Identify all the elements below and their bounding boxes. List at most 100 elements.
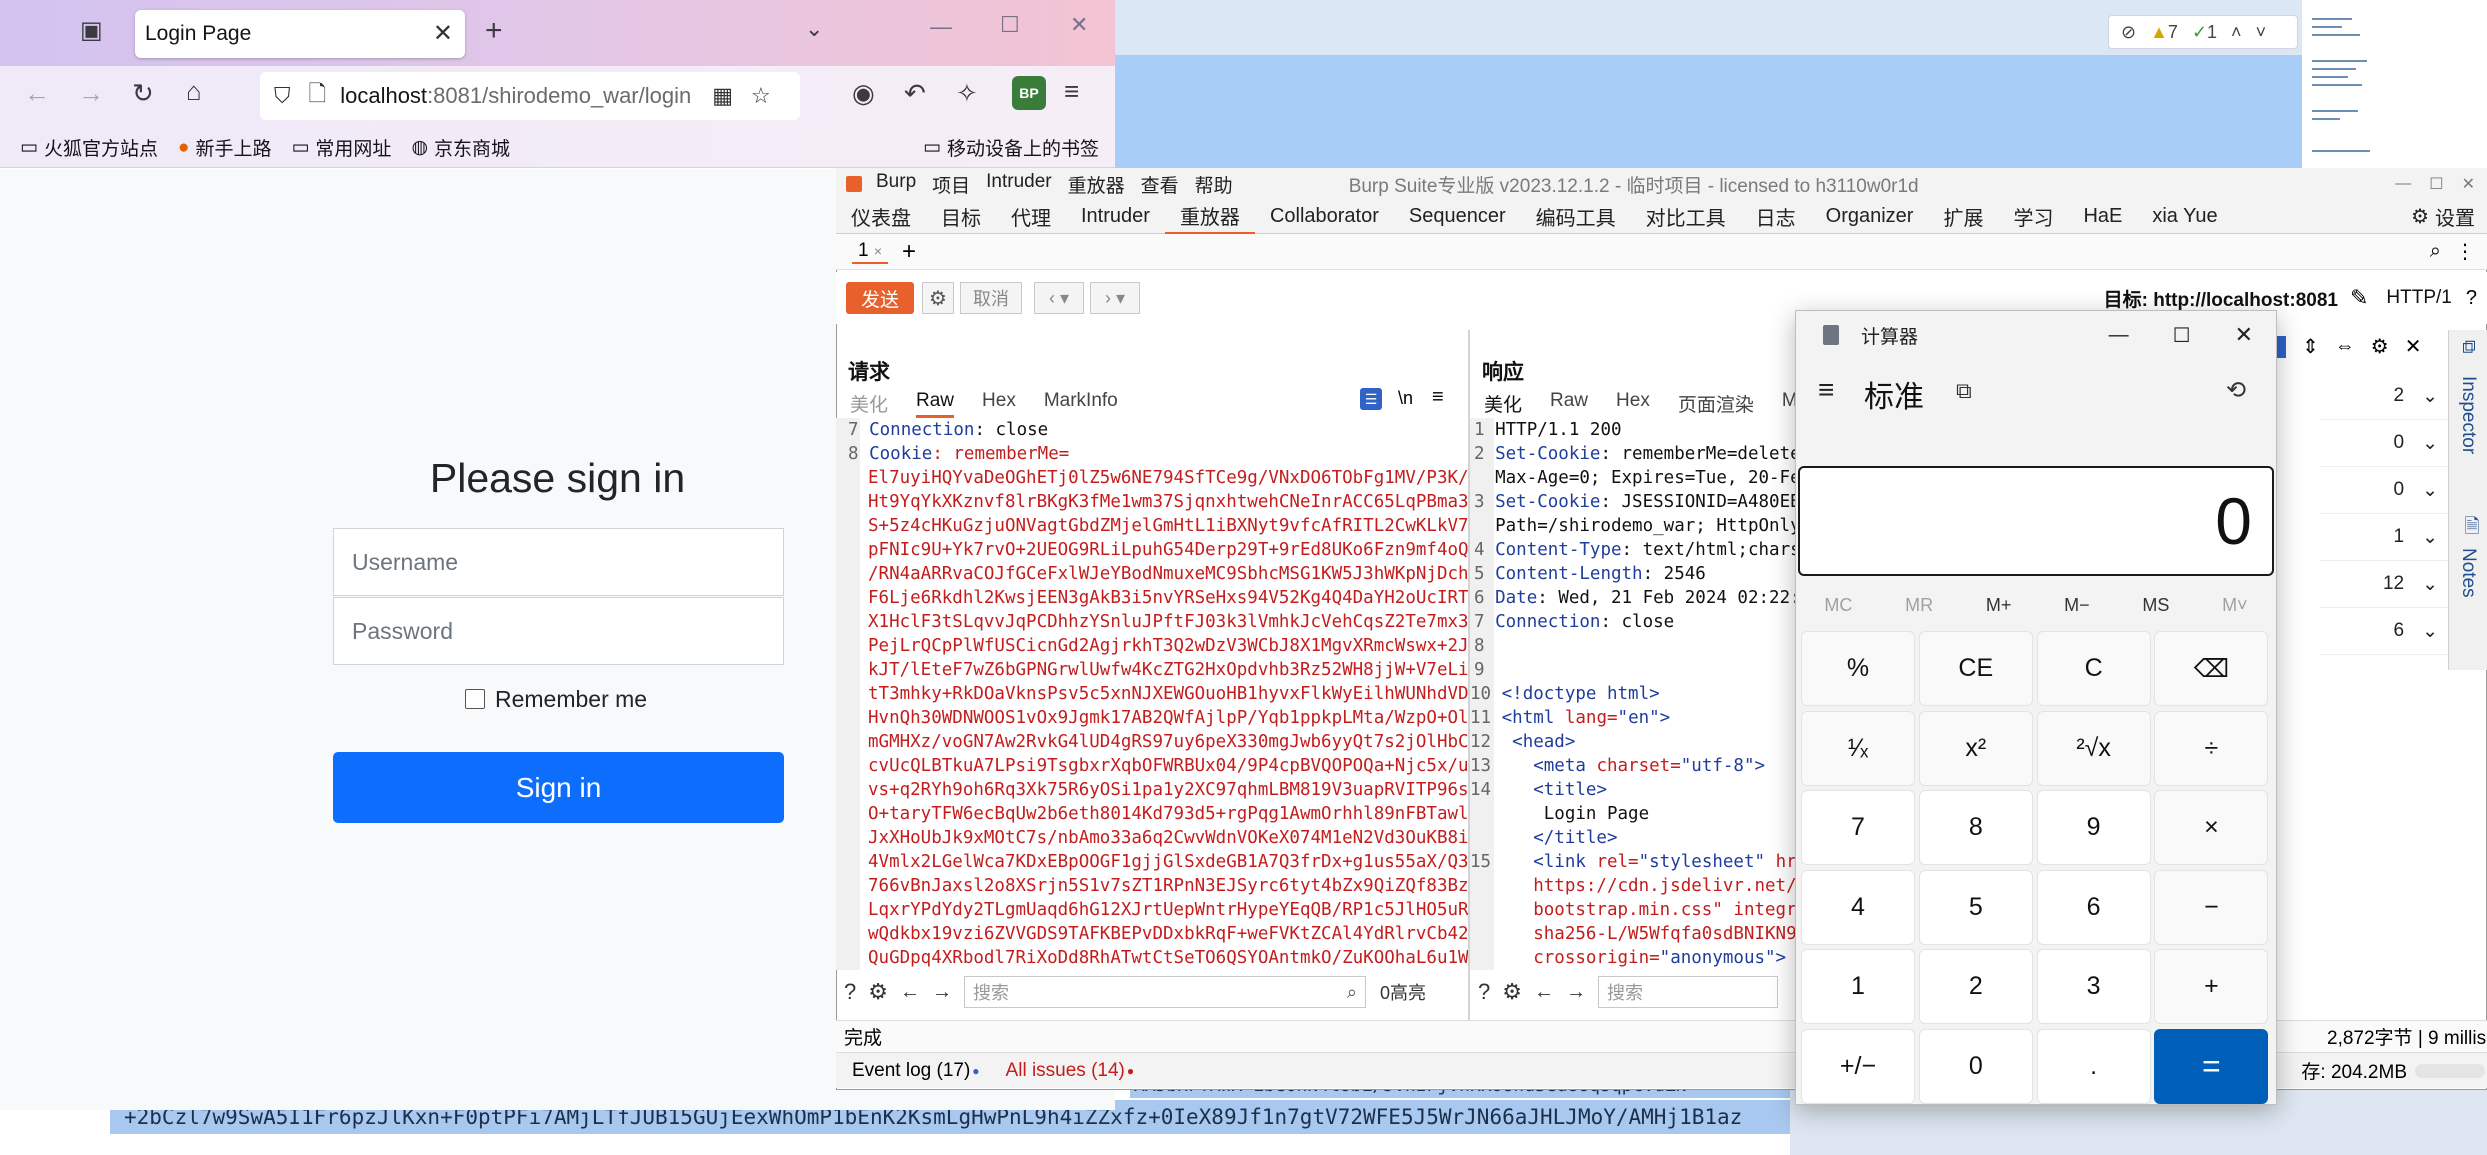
settings-gear-icon[interactable]: ⚙ xyxy=(2411,204,2429,229)
url-bar[interactable]: ⛉ 🗋 localhost:8081/shirodemo_war/login ▦… xyxy=(260,72,800,120)
key-square-root-button[interactable]: ²√x xyxy=(2036,710,2151,786)
prev-match-icon[interactable]: ← xyxy=(900,981,920,1004)
history-forward-icon[interactable]: › ▾ xyxy=(1090,282,1140,314)
response-search-input[interactable]: 搜索 xyxy=(1597,976,1778,1008)
key-five-button[interactable]: 5 xyxy=(1918,869,2033,945)
key-six-button[interactable]: 6 xyxy=(2036,869,2151,945)
minimize-icon[interactable]: — xyxy=(930,14,952,40)
repeater-tab-1[interactable]: 1 × xyxy=(852,240,889,264)
tab-proxy[interactable]: 代理 xyxy=(996,200,1066,234)
close-window-icon[interactable]: ✕ xyxy=(1070,12,1088,38)
chevron-up-icon[interactable]: ˄ xyxy=(2231,22,2242,43)
cancel-button[interactable]: 取消 xyxy=(960,282,1022,314)
key-reciprocal-button[interactable]: ¹⁄ₓ xyxy=(1801,710,1915,786)
next-match-icon[interactable]: → xyxy=(1566,981,1586,1004)
new-tab-icon[interactable]: + xyxy=(485,14,503,48)
request-tab-markinfo[interactable]: MarkInfo xyxy=(1044,390,1118,418)
forward-icon[interactable]: → xyxy=(78,78,104,109)
chevron-down-icon[interactable]: ˅ xyxy=(2256,22,2267,43)
search-icon[interactable]: ⌕ xyxy=(2430,240,2441,263)
page-icon[interactable]: 🗋 xyxy=(309,77,327,115)
inspector-row[interactable]: 0 ⌄ xyxy=(2320,467,2448,514)
key-zero-button[interactable]: 0 xyxy=(1918,1028,2033,1104)
key-divide-button[interactable]: ÷ xyxy=(2154,710,2269,786)
tab-sequencer[interactable]: Sequencer xyxy=(1394,200,1521,234)
key-one-button[interactable]: 1 xyxy=(1801,949,1915,1024)
edit-target-pencil-icon[interactable]: ✎ xyxy=(2350,285,2368,311)
inspector-gear-icon[interactable]: ⚙ xyxy=(2371,334,2389,359)
username-input[interactable]: Username xyxy=(333,528,784,596)
tab-hae[interactable]: HaE xyxy=(2068,200,2137,234)
all-issues-link[interactable]: All issues (14) xyxy=(1006,1060,1125,1082)
key-clear-entry-button[interactable]: CE xyxy=(1918,631,2033,706)
reload-icon[interactable]: ↻ xyxy=(132,78,154,109)
more-options-icon[interactable]: ⋮ xyxy=(2455,239,2475,264)
key-eight-button[interactable]: 8 xyxy=(1918,790,2033,865)
maximize-icon[interactable]: ☐ xyxy=(1000,12,1020,38)
search-settings-gear-icon[interactable]: ⚙ xyxy=(868,979,888,1005)
pretty-print-icon[interactable]: ☰ xyxy=(1360,388,1382,410)
add-repeater-tab-icon[interactable]: + xyxy=(902,238,916,266)
key-equals-button[interactable]: = xyxy=(2154,1028,2269,1104)
ide-inspection-badges[interactable]: ⊘ ▲7 ✓1 ˄ ˅ xyxy=(2108,15,2298,49)
key-multiply-button[interactable]: × xyxy=(2154,790,2269,865)
remember-me-checkbox[interactable] xyxy=(465,689,485,709)
close-tab-icon[interactable]: ✕ xyxy=(433,19,453,48)
menu-icon[interactable]: ≡ xyxy=(1064,76,1079,107)
history-icon[interactable]: ⟲ xyxy=(2226,376,2246,405)
help-icon[interactable]: ? xyxy=(844,979,856,1005)
http-version-label[interactable]: HTTP/1 xyxy=(2386,287,2451,309)
memory-store-button[interactable]: MS xyxy=(2142,595,2169,616)
help-icon[interactable]: ? xyxy=(2466,287,2477,310)
shield-icon[interactable]: ⛉ xyxy=(274,83,291,109)
bookmark-item[interactable]: ▭ 火狐官方站点 xyxy=(20,134,158,161)
keep-on-top-icon[interactable]: ⧉ xyxy=(1956,378,1972,404)
sign-in-button[interactable]: Sign in xyxy=(333,752,784,823)
inspector-close-icon[interactable]: ✕ xyxy=(2405,334,2422,359)
key-percent-button[interactable]: % xyxy=(1801,631,1915,706)
tab-login-page[interactable]: Login Page ✕ xyxy=(135,10,465,58)
memory-recall-button[interactable]: MR xyxy=(1905,595,1933,616)
key-nine-button[interactable]: 9 xyxy=(2036,790,2151,865)
bookmark-item[interactable]: ● 新手上路 xyxy=(178,134,272,161)
memory-subtract-button[interactable]: M− xyxy=(2064,595,2090,616)
key-four-button[interactable]: 4 xyxy=(1801,869,1915,945)
key-backspace-button[interactable]: ⌫ xyxy=(2154,631,2269,706)
notes-side-tab[interactable]: Notes xyxy=(2457,548,2479,598)
tab-repeater[interactable]: 重放器 xyxy=(1164,198,1255,235)
inspector-side-tab[interactable]: Inspector xyxy=(2457,376,2479,454)
request-search-input[interactable]: 搜索 ⌕ xyxy=(963,976,1366,1008)
help-icon[interactable]: ? xyxy=(1478,979,1490,1005)
bookmark-star-icon[interactable]: ☆ xyxy=(751,83,771,109)
event-log-link[interactable]: Event log (17) xyxy=(852,1060,970,1082)
bookmark-item[interactable]: ◍ 京东商城 xyxy=(411,134,510,161)
tab-intruder[interactable]: Intruder xyxy=(1066,200,1165,234)
tab-learn[interactable]: 学习 xyxy=(1998,200,2068,234)
tab-list-chevron-icon[interactable]: ⌄ xyxy=(805,16,823,42)
request-editor[interactable]: 7 Connection: close 8 Cookie: rememberMe… xyxy=(836,418,1468,970)
account-icon[interactable]: ◉ xyxy=(852,78,875,109)
key-seven-button[interactable]: 7 xyxy=(1801,790,1915,865)
target-label[interactable]: 目标: http://localhost:8081 xyxy=(2104,285,2338,312)
search-settings-gear-icon[interactable]: ⚙ xyxy=(1502,979,1522,1005)
remember-me[interactable]: Remember me xyxy=(465,683,647,715)
send-button[interactable]: 发送 xyxy=(846,282,914,314)
password-input[interactable]: Password xyxy=(333,597,784,665)
mobile-bookmarks[interactable]: ▭ 移动设备上的书签 xyxy=(923,134,1099,161)
menu-project[interactable]: 项目 xyxy=(932,171,970,198)
key-two-button[interactable]: 2 xyxy=(1918,949,2033,1024)
send-settings-gear-icon[interactable]: ⚙ xyxy=(922,282,954,314)
key-square-button[interactable]: x² xyxy=(1918,710,2033,786)
tab-target[interactable]: 目标 xyxy=(926,200,996,234)
inspector-row[interactable]: 1 ⌄ xyxy=(2320,514,2448,561)
request-menu-icon[interactable]: ≡ xyxy=(1432,386,1444,409)
key-three-button[interactable]: 3 xyxy=(2036,949,2151,1024)
menu-burp[interactable]: Burp xyxy=(876,171,916,198)
key-plus-button[interactable]: + xyxy=(2154,949,2269,1024)
request-tab-pretty[interactable]: 美化 xyxy=(850,390,888,418)
burp-close-icon[interactable]: ✕ xyxy=(2462,174,2475,194)
burp-proxy-extension-icon[interactable]: BP xyxy=(1012,76,1046,110)
close-repeater-tab-icon[interactable]: × xyxy=(874,243,882,259)
calc-minimize-icon[interactable]: — xyxy=(2109,324,2129,347)
home-icon[interactable]: ⌂ xyxy=(186,76,202,107)
